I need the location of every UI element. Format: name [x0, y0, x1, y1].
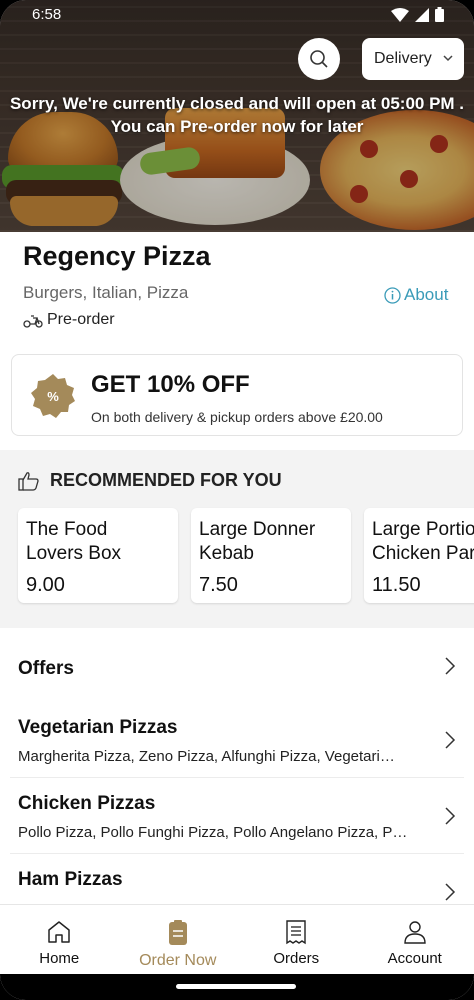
restaurant-name: Regency Pizza	[23, 241, 211, 271]
category-description: Margherita Pizza, Zeno Pizza, Alfunghi P…	[18, 748, 395, 765]
recommended-item-card[interactable]: Large Donner Kebab 7.50	[191, 508, 351, 603]
item-price: 7.50	[199, 574, 238, 596]
battery-icon	[435, 7, 444, 22]
svg-text:%: %	[47, 389, 59, 404]
nav-orders-label: Orders	[273, 950, 320, 967]
item-name: The Food Lovers Box	[26, 519, 122, 564]
item-name: Large Donner Kebab	[199, 519, 316, 564]
category-title: Vegetarian Pizzas	[18, 717, 178, 738]
app-screen: Sorry, We're currently closed and will o…	[0, 0, 474, 1000]
discount-badge-icon: %	[31, 374, 75, 418]
chevron-right-icon	[445, 807, 456, 825]
search-button[interactable]	[298, 38, 340, 80]
nav-orders[interactable]: Orders	[237, 905, 356, 974]
chevron-down-icon	[443, 55, 453, 62]
system-navigation-bar	[0, 974, 474, 1000]
chevron-right-icon	[445, 731, 456, 749]
thumbs-up-icon	[18, 471, 39, 491]
home-indicator[interactable]	[176, 984, 296, 989]
offer-subtitle: On both delivery & pickup orders above £…	[91, 409, 383, 425]
hero-banner: Sorry, We're currently closed and will o…	[0, 0, 474, 232]
about-link[interactable]: About	[384, 285, 448, 305]
closed-message: Sorry, We're currently closed and will o…	[9, 94, 465, 136]
status-time: 6:58	[32, 6, 62, 23]
recommended-title: RECOMMENDED FOR YOU	[50, 470, 282, 490]
search-icon	[310, 50, 328, 68]
nav-order-now-label: Order Now	[139, 952, 217, 969]
discount-offer-card[interactable]: % GET 10% OFF On both delivery & pickup …	[11, 354, 463, 436]
nav-home-label: Home	[39, 950, 80, 967]
menu-category-offers[interactable]: Offers	[0, 638, 474, 698]
nav-account[interactable]: Account	[356, 905, 474, 974]
info-icon	[384, 286, 401, 304]
offer-title: GET 10% OFF	[91, 371, 250, 398]
recommended-carousel[interactable]: The Food Lovers Box 9.00 Large Donner Keba…	[18, 508, 474, 603]
recommended-item-card[interactable]: The Food Lovers Box 9.00	[18, 508, 178, 603]
category-title: Offers	[18, 658, 74, 679]
item-price: 9.00	[26, 574, 65, 596]
recommended-section: RECOMMENDED FOR YOU The Food Lovers Box 9…	[0, 450, 474, 628]
delivery-mode-select[interactable]: Delivery	[362, 38, 464, 80]
nav-home[interactable]: Home	[0, 905, 119, 974]
delivery-mode-label: Delivery	[374, 50, 432, 67]
category-title: Chicken Pizzas	[18, 793, 156, 814]
signal-icon	[415, 7, 429, 22]
menu-category-vegetarian-pizzas[interactable]: Vegetarian Pizzas Margherita Pizza, Zeno…	[0, 698, 474, 778]
bottom-navigation: Home Order Now Orders Account	[0, 904, 474, 974]
nav-order-now[interactable]: Order Now	[119, 905, 238, 974]
order-icon	[168, 920, 187, 945]
recommended-item-card[interactable]: Large Portio Chicken Par 11.50	[364, 508, 474, 603]
category-description: Pollo Pizza, Pollo Funghi Pizza, Pollo A…	[18, 824, 408, 841]
item-price: 11.50	[372, 574, 421, 596]
status-bar: 6:58	[0, 0, 474, 32]
menu-category-chicken-pizzas[interactable]: Chicken Pizzas Pollo Pizza, Pollo Funghi…	[0, 778, 474, 854]
preorder-label: Pre-order	[47, 311, 115, 328]
about-label: About	[404, 285, 449, 304]
nav-account-label: Account	[387, 950, 442, 967]
wifi-icon	[391, 7, 409, 22]
account-icon	[404, 921, 426, 944]
chevron-right-icon	[445, 883, 456, 901]
restaurant-cuisines: Burgers, Italian, Pizza	[23, 283, 189, 302]
chevron-right-icon	[445, 657, 456, 675]
item-name: Large Portio Chicken Par	[372, 519, 474, 564]
recommended-heading: RECOMMENDED FOR YOU	[18, 470, 282, 491]
home-icon	[48, 921, 70, 943]
preorder-indicator: Pre-order	[23, 311, 115, 329]
category-title: Ham Pizzas	[18, 869, 123, 890]
receipt-icon	[286, 920, 306, 945]
scooter-icon	[23, 315, 43, 328]
